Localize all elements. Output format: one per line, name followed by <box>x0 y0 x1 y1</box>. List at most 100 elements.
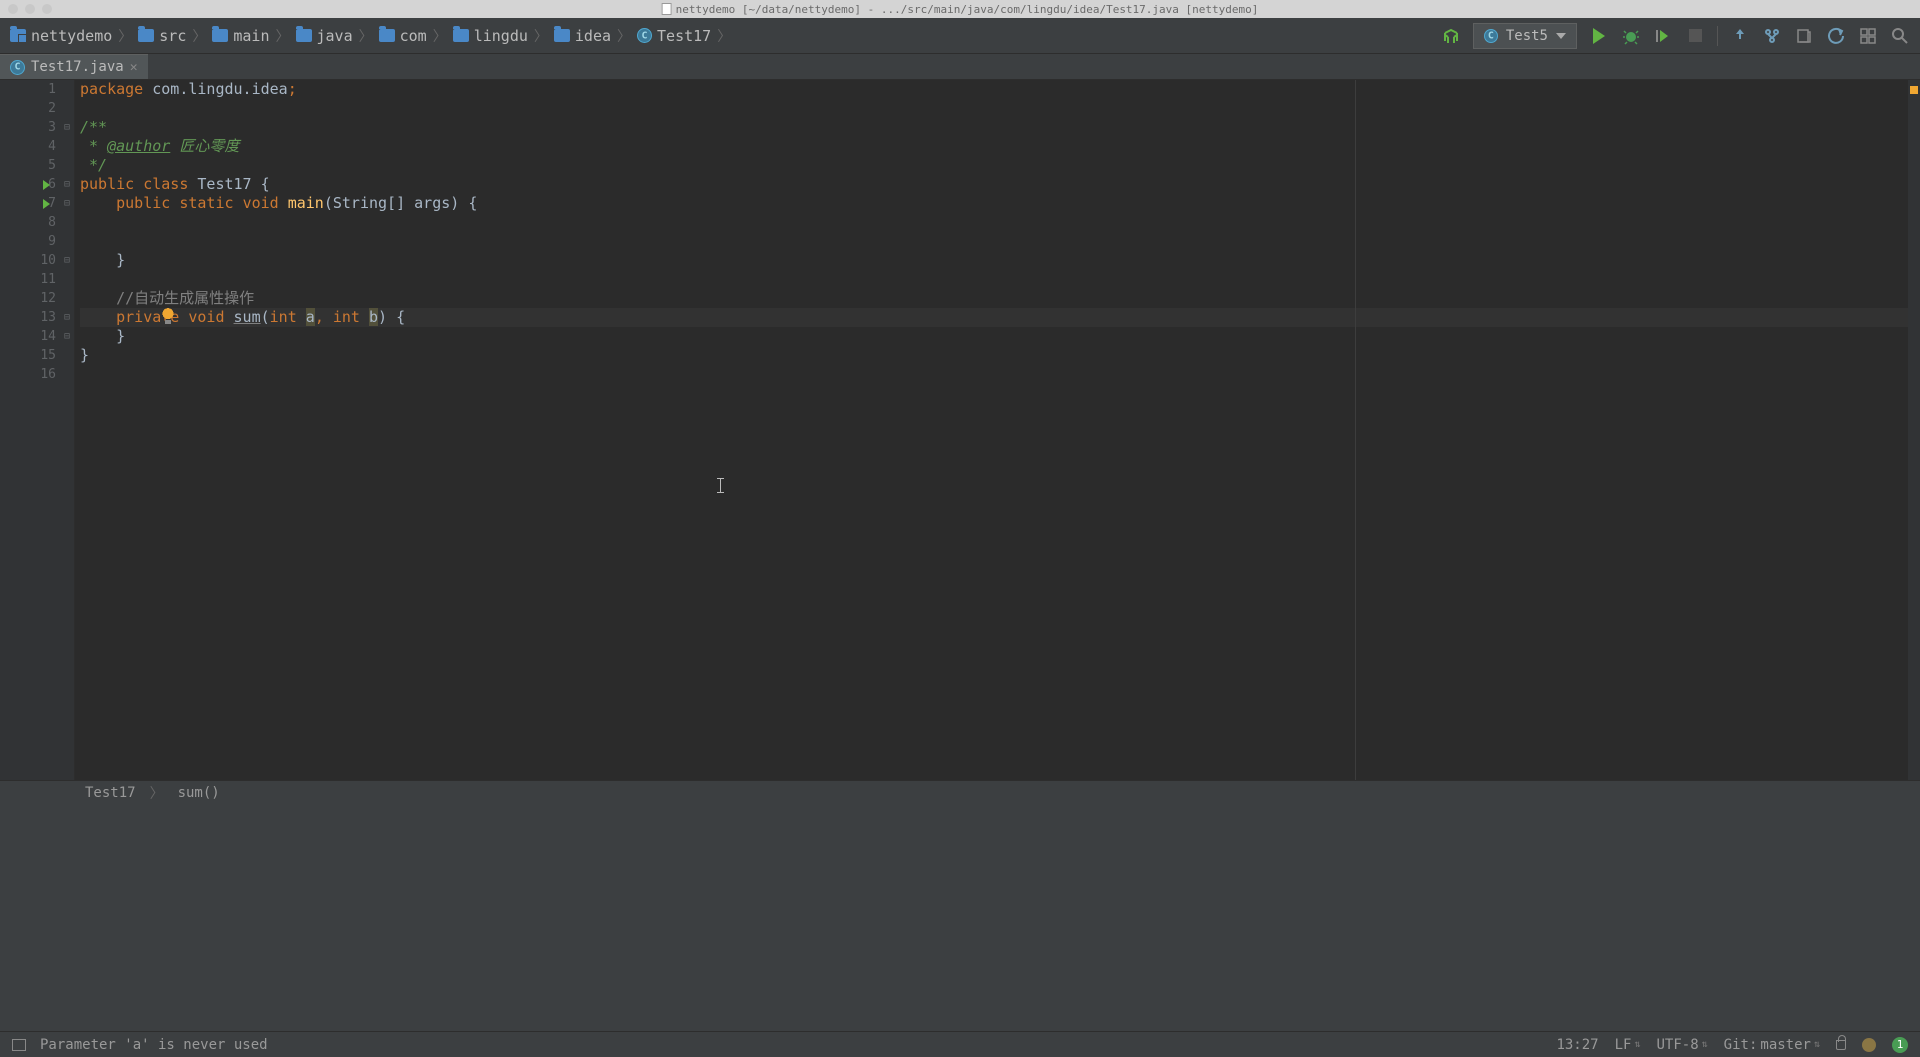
code-doc-comment: */ <box>80 156 107 174</box>
caret-position[interactable]: 13:27 <box>1556 1037 1598 1053</box>
debug-button[interactable] <box>1621 26 1641 46</box>
folder-icon <box>212 29 228 42</box>
breadcrumb-main[interactable]: main <box>212 27 269 45</box>
readonly-lock-icon[interactable] <box>1836 1040 1846 1050</box>
breadcrumb-java[interactable]: java <box>296 27 353 45</box>
code-keyword: class <box>143 175 188 193</box>
code-doc-text: 匠心零度 <box>170 137 239 155</box>
line-number: 15 <box>40 348 56 363</box>
vcs-history-button[interactable] <box>1794 26 1814 46</box>
chevron-right-icon: 〉 <box>118 26 132 46</box>
close-tab-icon[interactable]: ✕ <box>130 60 138 75</box>
statusbar-right: 13:27 LF⇅ UTF-8⇅ Git: master ⇅ 1 <box>1556 1037 1908 1053</box>
line-number: 2 <box>48 101 56 116</box>
line-number: 9 <box>48 234 56 249</box>
breadcrumb-src[interactable]: src <box>138 27 186 45</box>
code-doc-comment: /** <box>80 118 107 136</box>
notification-badge[interactable]: 1 <box>1892 1037 1908 1053</box>
stop-button[interactable] <box>1685 26 1705 46</box>
navigation-breadcrumbs: nettydemo 〉 src 〉 main 〉 java 〉 com 〉 li… <box>10 26 1441 46</box>
code-comment: //自动生成属性操作 <box>116 289 254 307</box>
fold-marker-icon[interactable]: ⊟ <box>64 312 70 323</box>
git-branch-select[interactable]: Git: master ⇅ <box>1724 1037 1820 1053</box>
warning-marker-icon[interactable] <box>1910 86 1918 94</box>
project-structure-button[interactable] <box>1858 26 1878 46</box>
run-button[interactable] <box>1589 26 1609 46</box>
inspection-profile-icon[interactable] <box>1862 1038 1876 1052</box>
code-keyword: public <box>116 194 170 212</box>
intention-bulb-icon[interactable] <box>161 308 175 322</box>
breadcrumb-label: main <box>233 27 269 45</box>
code-method-name: main <box>288 194 324 212</box>
file-icon <box>662 3 672 15</box>
code-params: (String[] args) { <box>324 194 478 212</box>
line-number: 5 <box>48 158 56 173</box>
vcs-revert-button[interactable] <box>1826 26 1846 46</box>
vcs-commit-button[interactable] <box>1762 26 1782 46</box>
tab-test17[interactable]: Test17.java ✕ <box>0 54 148 79</box>
status-bar: Parameter 'a' is never used 13:27 LF⇅ UT… <box>0 1031 1920 1057</box>
fold-marker-icon[interactable]: ⊟ <box>64 255 70 266</box>
fold-marker-icon[interactable]: ⊟ <box>64 331 70 342</box>
line-number: 10 <box>40 253 56 268</box>
code-editor[interactable]: 1 2 3⊟ 4 5 6⊟ 7⊟ 8 9 10⊟ 11 12 13⊟ 14⊟ 1… <box>0 80 1920 780</box>
chevron-right-icon: 〉 <box>534 26 548 46</box>
build-button[interactable] <box>1441 26 1461 46</box>
fold-marker-icon[interactable]: ⊟ <box>64 179 70 190</box>
line-number: 14 <box>40 329 56 344</box>
close-window-icon[interactable] <box>8 4 18 14</box>
breadcrumb-class[interactable]: Test17 <box>85 785 136 801</box>
folder-icon <box>453 29 469 42</box>
fold-marker-icon[interactable]: ⊟ <box>64 122 70 133</box>
encoding-select[interactable]: UTF-8⇅ <box>1656 1037 1707 1053</box>
breadcrumb-project[interactable]: nettydemo <box>10 27 112 45</box>
breadcrumb-lingdu[interactable]: lingdu <box>453 27 528 45</box>
code-param: b <box>369 308 378 326</box>
window-title: nettydemo [~/data/nettydemo] - .../src/m… <box>662 3 1259 16</box>
error-stripe[interactable] <box>1908 80 1920 780</box>
chevron-right-icon: 〉 <box>617 26 631 46</box>
code-keyword: public <box>80 175 134 193</box>
toolbar-actions: Test5 <box>1441 23 1910 49</box>
module-folder-icon <box>10 29 26 42</box>
run-gutter-icon[interactable] <box>43 180 50 190</box>
minimize-window-icon[interactable] <box>25 4 35 14</box>
breadcrumb-com[interactable]: com <box>379 27 427 45</box>
class-icon <box>1484 29 1498 43</box>
structure-breadcrumb: Test17 〉 sum() <box>0 780 1920 804</box>
separator <box>1717 26 1718 46</box>
run-gutter-icon[interactable] <box>43 199 50 209</box>
statusbar-left: Parameter 'a' is never used <box>12 1037 268 1053</box>
breadcrumb-label: idea <box>575 27 611 45</box>
search-everywhere-button[interactable] <box>1890 26 1910 46</box>
code-content[interactable]: package com.lingdu.idea; /** * @author 匠… <box>75 80 1920 780</box>
run-config-label: Test5 <box>1506 28 1548 44</box>
class-icon <box>637 28 652 43</box>
line-number: 4 <box>48 139 56 154</box>
code-method-name: sum <box>234 308 261 326</box>
chevron-down-icon <box>1556 33 1566 39</box>
breadcrumb-class[interactable]: Test17 <box>637 27 711 45</box>
main-toolbar: nettydemo 〉 src 〉 main 〉 java 〉 com 〉 li… <box>0 18 1920 54</box>
coverage-button[interactable] <box>1653 26 1673 46</box>
chevron-right-icon: 〉 <box>359 26 373 46</box>
maximize-window-icon[interactable] <box>42 4 52 14</box>
run-configuration-select[interactable]: Test5 <box>1473 23 1577 49</box>
breadcrumb-idea[interactable]: idea <box>554 27 611 45</box>
traffic-lights <box>0 4 52 14</box>
tool-window-toggle-icon[interactable] <box>12 1039 26 1051</box>
play-icon <box>1593 28 1605 44</box>
tab-label: Test17.java <box>31 59 124 75</box>
line-separator-select[interactable]: LF⇅ <box>1615 1037 1641 1053</box>
vcs-update-button[interactable] <box>1730 26 1750 46</box>
line-number: 11 <box>40 272 56 287</box>
editor-gutter[interactable]: 1 2 3⊟ 4 5 6⊟ 7⊟ 8 9 10⊟ 11 12 13⊟ 14⊟ 1… <box>0 80 75 780</box>
folder-icon <box>296 29 312 42</box>
fold-marker-icon[interactable]: ⊟ <box>64 198 70 209</box>
breadcrumb-label: lingdu <box>474 27 528 45</box>
code-keyword: void <box>188 308 224 326</box>
breadcrumb-method[interactable]: sum() <box>178 785 220 801</box>
current-line: private void sum(int a, int b) { <box>80 308 1920 327</box>
line-number: 16 <box>40 367 56 382</box>
chevron-right-icon: 〉 <box>150 783 164 803</box>
